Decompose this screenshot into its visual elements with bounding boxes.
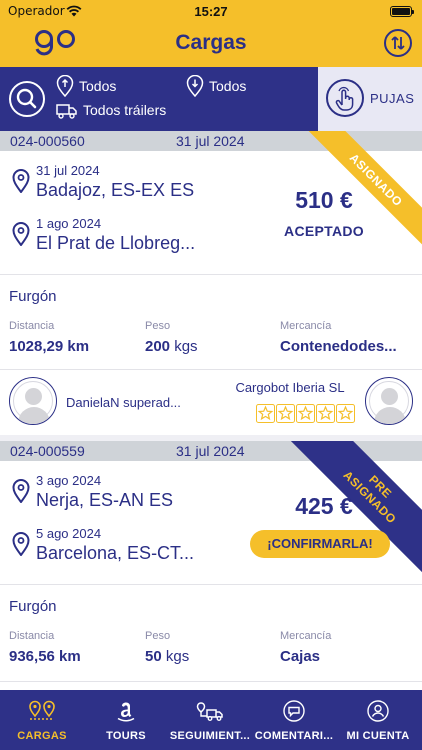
trailer-type: Furgón [9,288,57,305]
weight-unit: kgs [165,648,190,665]
app-header: Operador 15:27 Cargas [0,0,422,67]
distance-value: 936,56 km [9,648,81,665]
tab-mi-cuenta[interactable]: MI CUENTA [336,690,420,750]
weight-unit: kgs [174,338,198,355]
tab-cargas[interactable]: CARGAS [0,690,84,750]
bid-hand-icon [326,79,364,117]
load-status: ACEPTADO [284,223,364,239]
driver-name: DanielaN superad... [66,395,181,410]
trailer-filter[interactable]: Todos tráilers [56,101,166,119]
divider [0,369,422,370]
load-card[interactable]: 024-000560 31 jul 2024 ASIGNADO 31 jul 2… [0,131,422,435]
weight-label: Peso [145,320,171,332]
truck-icon [56,104,77,119]
pickup-stop: 3 ago 2024 Nerja, ES-AN ES [12,473,173,511]
star-icon [336,404,355,423]
location-pin-icon [12,479,30,503]
goods-label: Mercancía [280,320,332,332]
goods-value: Cajas [280,648,321,665]
delivery-date: 1 ago 2024 [36,216,102,231]
tab-label: COMENTARI... [254,730,334,742]
pickup-city: Badajoz, ES-EX ES [36,180,195,200]
load-id: 024-000559 [10,443,85,459]
delivery-city: El Prat de Llobreg... [36,233,196,253]
tab-label: TOURS [106,730,146,742]
tab-comentarios[interactable]: COMENTARI... [252,690,336,750]
amazon-icon [117,702,135,722]
user-icon [367,700,389,722]
pickup-city: Nerja, ES-AN ES [36,490,174,510]
sort-arrows-icon [391,36,405,50]
location-pin-icon [12,222,30,246]
goods-label: Mercancía [280,630,332,642]
divider [0,584,422,585]
confirm-button[interactable]: ¡CONFIRMARLA! [250,530,390,558]
weight-number: 200 [145,338,171,355]
sort-button[interactable] [384,29,412,57]
tab-seguimiento[interactable]: SEGUIMIENT... [168,690,252,750]
clock: 15:27 [194,4,228,19]
distance-label: Distancia [9,320,55,332]
origin-filter[interactable]: Todos [56,75,116,97]
goods-value: Contenedodes... [280,338,397,355]
tab-bar: CARGAS TOURS SEGUIMIENT... COMENTARI... … [0,690,422,750]
divider [0,681,422,682]
truck-route-icon [196,702,223,721]
weight-label: Peso [145,630,171,642]
search-button[interactable] [9,81,45,117]
tab-tours[interactable]: TOURS [84,690,168,750]
load-id: 024-000560 [10,133,85,149]
search-icon [16,88,37,109]
tab-label: CARGAS [17,730,67,742]
location-pin-icon [56,75,74,97]
destination-filter[interactable]: Todos [186,75,246,97]
load-price: 425 € [295,493,353,519]
chat-icon [283,700,305,722]
map-pins-icon [29,700,55,720]
origin-filter-value: Todos [79,78,117,94]
pickup-date: 31 jul 2024 [36,163,100,178]
divider [0,274,422,275]
star-icon [276,404,295,423]
weight-value: 200 kgs [145,338,198,355]
pickup-date: 3 ago 2024 [36,473,102,488]
star-icon [256,404,275,423]
destination-filter-value: Todos [209,78,247,94]
driver-avatar[interactable] [9,377,57,425]
weight-value: 50 kgs [145,648,189,665]
delivery-date: 5 ago 2024 [36,526,102,541]
tab-label: MI CUENTA [346,730,410,742]
star-icon [316,404,335,423]
delivery-stop: 1 ago 2024 El Prat de Llobreg... [12,216,195,254]
load-date: 31 jul 2024 [176,443,245,459]
location-pin-icon [12,169,30,193]
pickup-stop: 31 jul 2024 Badajoz, ES-EX ES [12,163,194,201]
status-bar: Operador 15:27 [0,4,422,20]
rating-stars [256,404,356,423]
pujas-button[interactable]: PUJAS [318,67,422,131]
trailer-filter-value: Todos tráilers [83,102,167,118]
distance-label: Distancia [9,630,55,642]
load-date: 31 jul 2024 [176,133,245,149]
filter-bar[interactable]: Todos Todos Todos tráilers [0,67,318,131]
pujas-label: PUJAS [370,91,415,106]
delivery-stop: 5 ago 2024 Barcelona, ES-CT... [12,526,194,564]
battery-icon [390,6,414,17]
trailer-type: Furgón [9,598,57,615]
load-price: 510 € [295,187,353,213]
weight-number: 50 [145,648,162,665]
location-pin-icon [186,75,204,97]
location-pin-icon [12,532,30,556]
page-title: Cargas [175,31,247,54]
load-card[interactable]: 024-000559 31 jul 2024 - PRE ASIGNADO 3 … [0,441,422,690]
company-avatar[interactable] [365,377,413,425]
delivery-city: Barcelona, ES-CT... [36,543,195,563]
tab-label: SEGUIMIENT... [169,730,251,742]
star-icon [296,404,315,423]
distance-value: 1028,29 km [9,338,90,355]
company-name: Cargobot Iberia SL [235,380,345,395]
